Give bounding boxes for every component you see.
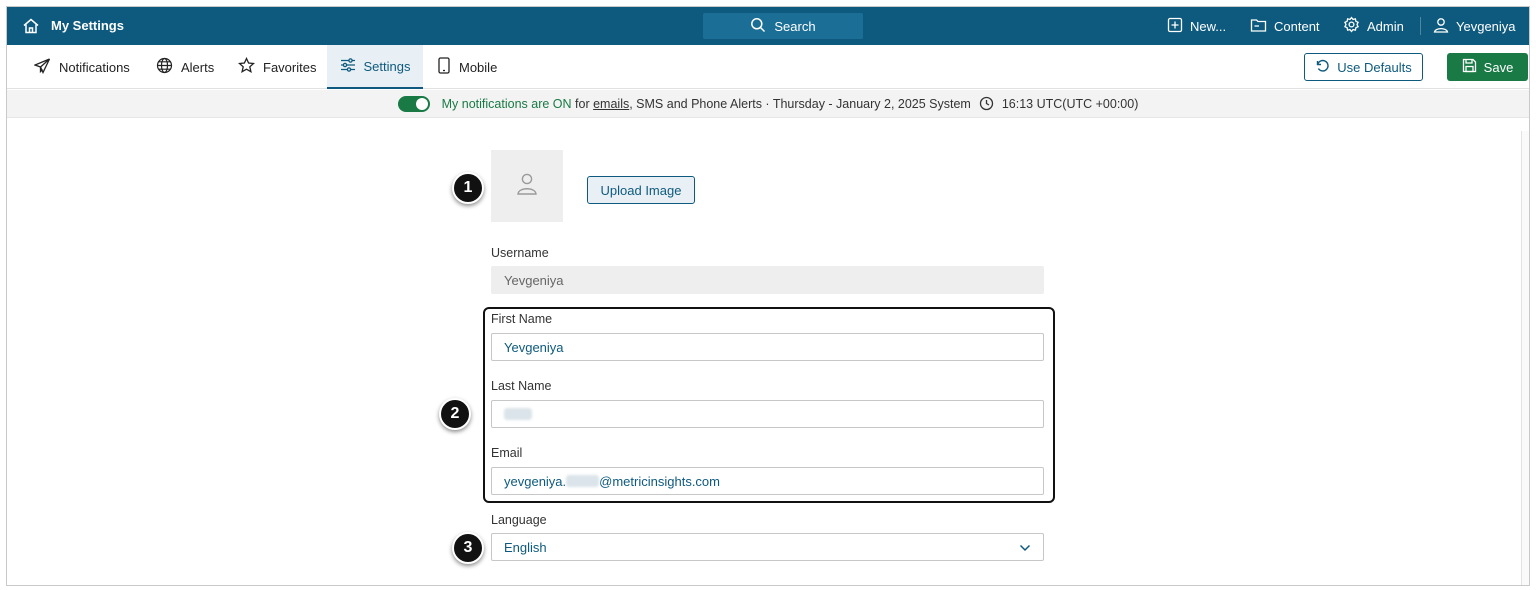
paper-plane-icon [33, 57, 51, 77]
tab-label: Settings [363, 58, 411, 74]
notice-channels-text: , SMS and Phone Alerts · Thursday - Janu… [629, 96, 971, 111]
save-label: Save [1483, 59, 1514, 75]
emails-link[interactable]: emails [593, 97, 629, 111]
new-label: New... [1190, 18, 1227, 34]
user-menu[interactable]: Yevgeniya [1433, 7, 1516, 45]
language-label: Language [491, 513, 547, 527]
chevron-down-icon [1019, 540, 1031, 555]
user-icon [1433, 17, 1449, 36]
tab-label: Favorites [263, 59, 317, 75]
use-defaults-label: Use Defaults [1337, 59, 1412, 75]
tab-notifications[interactable]: Notifications [24, 45, 140, 89]
notification-status-bar: My notifications are ON for emails , SMS… [7, 90, 1529, 118]
star-icon [237, 56, 256, 77]
tab-mobile[interactable]: Mobile [427, 45, 507, 89]
notification-status-text: My notifications are ON [441, 96, 572, 111]
annotation-highlight-box [483, 307, 1055, 503]
callout-badge-3: 3 [452, 532, 484, 564]
content-label: Content [1274, 18, 1320, 34]
header-divider [1420, 17, 1421, 35]
admin-menu[interactable]: Admin [1343, 7, 1404, 45]
admin-label: Admin [1367, 18, 1404, 34]
tab-favorites[interactable]: Favorites [228, 45, 326, 89]
tab-label: Alerts [181, 59, 215, 75]
folder-icon [1250, 17, 1267, 36]
sliders-icon [340, 57, 356, 76]
user-icon [516, 172, 538, 201]
username-label: Username [491, 246, 549, 260]
search-icon [750, 17, 766, 36]
scrollbar[interactable] [1521, 131, 1529, 585]
tab-label: Notifications [59, 59, 130, 75]
search-label: Search [774, 18, 816, 34]
save-button[interactable]: Save [1447, 53, 1528, 81]
app-window: My Settings Search New... Content Admin [6, 6, 1530, 586]
app-title: My Settings [51, 18, 124, 33]
callout-badge-2: 2 [439, 398, 471, 430]
avatar-placeholder [491, 150, 563, 222]
content-menu[interactable]: Content [1250, 7, 1320, 45]
clock-icon [979, 96, 994, 111]
phone-icon [437, 57, 451, 77]
plus-square-icon [1167, 17, 1183, 36]
language-select[interactable]: English [491, 533, 1044, 561]
username-value: Yevgeniya [504, 272, 564, 288]
use-defaults-button[interactable]: Use Defaults [1304, 53, 1423, 81]
language-value: English [504, 539, 547, 555]
notice-for-text: for [575, 96, 590, 111]
upload-image-button[interactable]: Upload Image [587, 176, 695, 204]
globe-icon [156, 57, 173, 77]
search-button[interactable]: Search [703, 13, 863, 39]
floppy-disk-icon [1462, 58, 1477, 76]
notifications-toggle[interactable] [397, 95, 430, 112]
new-menu[interactable]: New... [1167, 7, 1226, 45]
tab-alerts[interactable]: Alerts [146, 45, 224, 89]
tab-label: Mobile [459, 59, 498, 75]
callout-badge-1: 1 [452, 172, 484, 204]
system-time: 16:13 UTC(UTC +00:00) [1001, 96, 1139, 111]
tab-settings[interactable]: Settings [327, 45, 423, 89]
tab-bar: Notifications Alerts Favorites Settings … [7, 45, 1529, 89]
home-icon[interactable] [22, 17, 40, 35]
gear-icon [1343, 16, 1360, 36]
reset-icon [1315, 58, 1330, 76]
username-field: Yevgeniya [491, 266, 1044, 294]
top-bar: My Settings Search New... Content Admin [7, 7, 1529, 45]
user-name: Yevgeniya [1456, 18, 1516, 34]
